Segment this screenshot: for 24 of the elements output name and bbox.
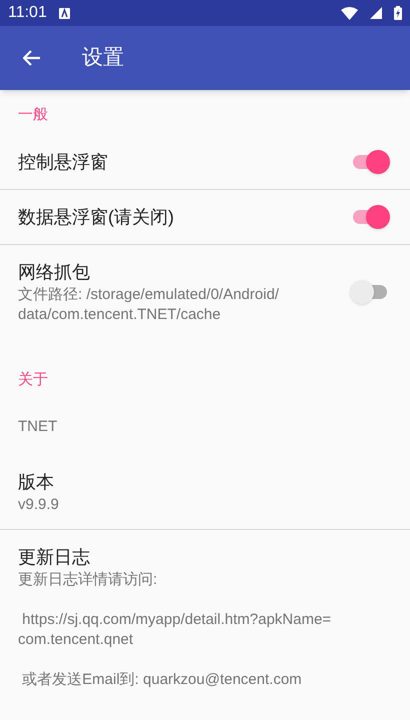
preference-row[interactable]: TNET [0,399,410,455]
battery-icon [394,6,402,20]
preference-summary: 文件路径: /storage/emulated/0/Android/ data/com.tencent.TNET/cache [18,284,280,324]
preference-summary: 更新日志详情请访问: https://sj.qq.com/myapp/detail.htm?apkName= com.tencent.qnet 或者发送Email到: quarkzou@tencent.com [18,570,332,690]
preference-row[interactable]: 更新日志 更新日志详情请访问: https://sj.qq.com/myapp/detail.htm?apkName= com.tencent.qnet 或者发送Email到: quarkzou@tencent.com [0,530,410,704]
preference-title: 版本 [18,471,55,494]
preference-row[interactable]: 版本 v9.9.9 [0,455,410,530]
preference-title: 数据悬浮窗(请关闭) [18,206,175,229]
preference-title: 控制悬浮窗 [18,150,109,174]
preference-row[interactable]: 数据悬浮窗(请关闭) [0,190,410,244]
preference-title: 更新日志 [18,546,91,569]
preference-summary: TNET [18,417,58,437]
notification-icon [58,8,70,18]
preference-title: 网络抓包 [18,260,91,284]
wifi-icon [341,6,358,20]
preference-row[interactable]: 控制悬浮窗 [0,134,410,190]
status-time: 11:01 [8,3,47,23]
section-header: 关于 [18,370,48,388]
preference-row[interactable]: 网络抓包 文件路径: /storage/emulated/0/Android/ data/com.tencent.TNET/cache [0,244,410,338]
section-header: 一般 [18,106,48,123]
back-arrow-icon [23,50,41,66]
signal-icon [370,7,382,19]
app-bar-title: 设置 [82,45,124,72]
preference-summary: v9.9.9 [18,495,60,515]
